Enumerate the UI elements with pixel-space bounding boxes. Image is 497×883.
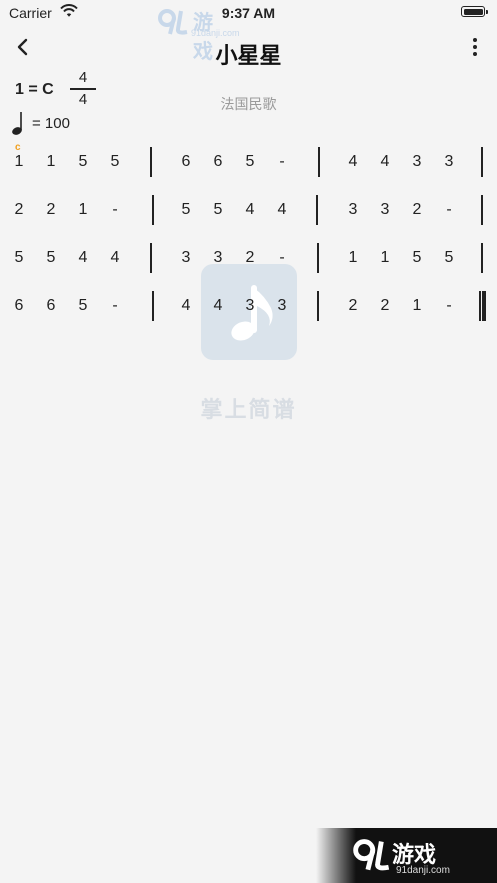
score-note: 1 (14, 153, 24, 170)
composer-label: 法国民歌 (220, 97, 277, 113)
score-note: 4 (348, 153, 358, 170)
page-title: 小星星 (215, 44, 282, 69)
watermark-91-icon (158, 9, 188, 35)
score-row: 6 6 5 - 4 4 3 3 2 2 1 - (0, 289, 497, 323)
battery-tip (486, 10, 488, 14)
final-bar-line-thin (479, 291, 481, 321)
status-time: 9:37 AM (221, 5, 276, 21)
score-row: 2 2 1 - 5 5 4 4 3 3 2 - (0, 193, 497, 227)
tempo-value: = 100 (32, 115, 70, 132)
bar-line (481, 195, 483, 225)
score-note: 2 (348, 297, 358, 314)
bar-line (318, 147, 320, 177)
score-note: 6 (181, 153, 191, 170)
score-note: 2 (245, 249, 255, 266)
score-note: 6 (213, 153, 223, 170)
score-note: 3 (213, 249, 223, 266)
final-bar-line-thick (482, 291, 486, 321)
vertical-ellipsis-icon (473, 45, 477, 49)
score-row: 1 1 5 5 6 6 5 - 4 4 3 3 (0, 145, 497, 179)
vertical-ellipsis-icon (473, 52, 477, 56)
score-note: 5 (412, 249, 422, 266)
score-note: 5 (245, 153, 255, 170)
app-name-watermark: 掌上简谱 (200, 398, 297, 423)
score-note: 1 (412, 297, 422, 314)
score-note: 4 (380, 153, 390, 170)
score-note: 2 (14, 201, 24, 218)
score-note: 1 (380, 249, 390, 266)
score-note: 5 (46, 249, 56, 266)
score-note: 2 (380, 297, 390, 314)
score-note: - (112, 201, 118, 218)
score-note: - (279, 153, 285, 170)
status-bar: Carrier 9:37 AM (0, 0, 497, 26)
bar-line (317, 243, 319, 273)
watermark-top-logo: 游戏 91danji.com (157, 7, 240, 63)
score-note: 5 (110, 153, 120, 170)
score-note: 4 (213, 297, 223, 314)
score-note: 5 (78, 297, 88, 314)
score-note: 3 (444, 153, 454, 170)
score-note: 6 (46, 297, 56, 314)
bar-line (481, 147, 483, 177)
score-note: 4 (277, 201, 287, 218)
score-note: 3 (277, 297, 287, 314)
quarter-note-icon (12, 112, 22, 135)
score-note: 1 (78, 201, 88, 218)
bar-line (150, 147, 152, 177)
score-note: 4 (78, 249, 88, 266)
score-note: 5 (78, 153, 88, 170)
score-note: 3 (181, 249, 191, 266)
score-note: - (446, 297, 452, 314)
score-note: - (112, 297, 118, 314)
bar-line (481, 243, 483, 273)
score-note: 3 (245, 297, 255, 314)
vertical-ellipsis-icon (473, 38, 477, 42)
score-note: 5 (181, 201, 191, 218)
watermark-bottom-sub: 91danji.com (396, 865, 450, 876)
score-row: 5 5 4 4 3 3 2 - 1 1 5 5 (0, 241, 497, 275)
watermark-top-sub: 91danji.com (191, 28, 240, 38)
score-note: 5 (444, 249, 454, 266)
bar-line (316, 195, 318, 225)
score-note: - (279, 249, 285, 266)
more-button[interactable] (464, 34, 486, 60)
bar-line (317, 291, 319, 321)
score-note: 1 (348, 249, 358, 266)
score-note: 2 (46, 201, 56, 218)
score-note: 3 (412, 153, 422, 170)
bar-line (152, 291, 154, 321)
score-note: 5 (213, 201, 223, 218)
score-note: 4 (245, 201, 255, 218)
score-note: 6 (14, 297, 24, 314)
battery-icon (461, 6, 485, 17)
score-note: 4 (110, 249, 120, 266)
bar-line (152, 195, 154, 225)
score-note: 3 (348, 201, 358, 218)
watermark-bottom-logo: 游戏 91danji.com (316, 828, 497, 883)
score-note: 3 (380, 201, 390, 218)
time-signature-top: 4 (78, 69, 88, 86)
watermark-91-icon (353, 839, 390, 871)
bar-line (150, 243, 152, 273)
score-note: 4 (181, 297, 191, 314)
score-note: 2 (412, 201, 422, 218)
time-signature-line (70, 88, 96, 90)
score-note: 5 (14, 249, 24, 266)
score-note: - (446, 201, 452, 218)
score-note: 1 (46, 153, 56, 170)
